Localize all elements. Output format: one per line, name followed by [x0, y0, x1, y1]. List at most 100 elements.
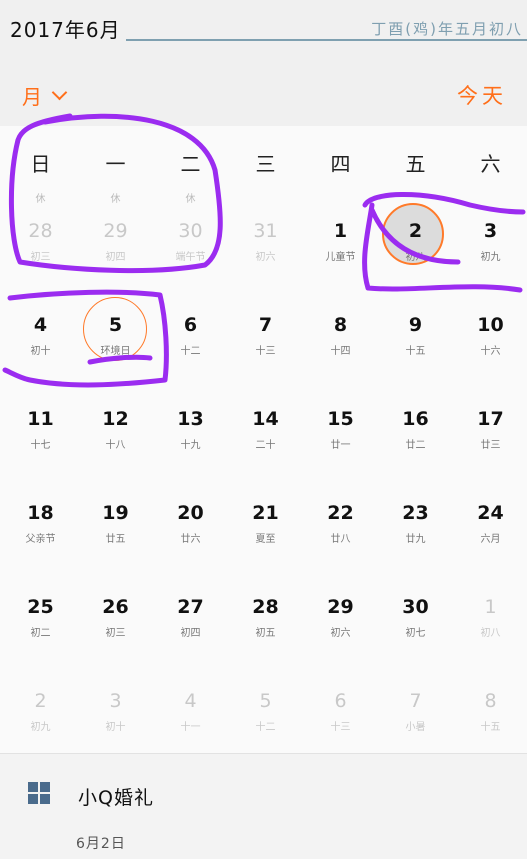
day-cell[interactable]: 31 初六	[228, 206, 303, 300]
lunar-day-label: 廿六	[180, 534, 201, 545]
lunar-day-label: 初四	[180, 628, 201, 639]
day-cell[interactable]: 12 十八	[78, 394, 153, 488]
day-cell[interactable]: 22 廿八	[303, 488, 378, 582]
weekday-label: 一	[105, 152, 126, 176]
lunar-day-label: 端午节	[175, 252, 206, 263]
day-cell[interactable]: 24 六月	[453, 488, 527, 582]
view-mode-label: 月	[22, 84, 42, 109]
day-cell[interactable]: 28 初三	[3, 206, 78, 300]
day-cell[interactable]: 18 父亲节	[3, 488, 78, 582]
lunar-day-label: 环境日	[100, 346, 131, 357]
day-number: 29	[327, 596, 354, 618]
chevron-down-icon	[51, 84, 68, 100]
lunar-day-label: 初七	[405, 628, 426, 639]
day-cell[interactable]: 20 廿六	[153, 488, 228, 582]
day-cell[interactable]: 10 十六	[453, 300, 527, 394]
weekday-header: 日休 一休 二休 三 四 五 六	[0, 126, 527, 206]
lunar-day-label: 十三	[330, 722, 351, 733]
day-number: 6	[334, 690, 347, 712]
day-number: 10	[477, 314, 504, 336]
day-cell[interactable]: 16 廿二	[378, 394, 453, 488]
day-cell[interactable]: 30 初七	[378, 582, 453, 676]
lunar-day-label: 廿三	[480, 440, 501, 451]
day-cell[interactable]: 15 廿一	[303, 394, 378, 488]
lunar-day-label: 十九	[180, 440, 201, 451]
day-number: 1	[333, 220, 348, 242]
day-number: 19	[102, 502, 129, 524]
day-number: 16	[402, 408, 429, 430]
day-number: 17	[477, 408, 504, 430]
day-number: 5	[108, 314, 123, 336]
lunar-day-label: 初八	[405, 252, 426, 263]
day-cell[interactable]: 19 廿五	[78, 488, 153, 582]
day-number: 6	[183, 314, 198, 336]
day-number: 2	[34, 690, 47, 712]
day-cell[interactable]: 26 初三	[78, 582, 153, 676]
day-number: 18	[27, 502, 54, 524]
day-number: 31	[253, 220, 278, 242]
day-cell[interactable]: 9 十五	[378, 300, 453, 394]
day-cell[interactable]: 11 十七	[3, 394, 78, 488]
day-cell[interactable]: 5 环境日	[78, 297, 153, 394]
day-number: 25	[27, 596, 54, 618]
day-cell[interactable]: 29 初六	[303, 582, 378, 676]
day-cell[interactable]: 27 初四	[153, 582, 228, 676]
day-cell[interactable]: 3 初九	[453, 206, 527, 300]
lunar-day-label: 廿八	[330, 534, 351, 545]
lunar-day-label: 初八	[480, 628, 501, 639]
day-number: 24	[477, 502, 504, 524]
day-number: 27	[177, 596, 204, 618]
day-number: 30	[402, 596, 429, 618]
view-mode-dropdown[interactable]: 月	[22, 80, 68, 110]
day-number: 3	[483, 220, 498, 242]
day-number: 7	[258, 314, 273, 336]
lunar-day-label: 十三	[255, 346, 276, 357]
day-cell[interactable]: 25 初二	[3, 582, 78, 676]
lunar-day-label: 十六	[480, 346, 501, 357]
day-number: 23	[402, 502, 429, 524]
day-cell[interactable]: 13 十九	[153, 394, 228, 488]
day-cell[interactable]: 2 初八	[378, 203, 453, 300]
day-number: 26	[102, 596, 129, 618]
lunar-day-label: 初九	[30, 722, 51, 733]
lunar-day-label: 小暑	[405, 722, 426, 733]
day-number: 12	[102, 408, 129, 430]
lunar-day-label: 初十	[105, 722, 126, 733]
day-cell[interactable]: 30 端午节	[153, 206, 228, 300]
lunar-date-title: 丁酉(鸡)年五月初八	[371, 20, 523, 38]
today-button[interactable]: 今天	[457, 80, 507, 110]
day-cell[interactable]: 4 初十	[3, 300, 78, 394]
lunar-day-label: 十七	[30, 440, 51, 451]
lunar-day-label: 廿九	[405, 534, 426, 545]
day-number: 22	[327, 502, 354, 524]
lunar-day-label: 初六	[255, 252, 276, 263]
day-cell[interactable]: 14 二十	[228, 394, 303, 488]
day-number: 28	[28, 220, 53, 242]
weekday-label: 四	[330, 152, 351, 176]
day-number: 21	[252, 502, 279, 524]
lunar-day-label: 十一	[180, 722, 201, 733]
day-number: 11	[27, 408, 54, 430]
day-cell[interactable]: 1 初八	[453, 582, 527, 676]
day-cell[interactable]: 8 十四	[303, 300, 378, 394]
day-number: 28	[252, 596, 279, 618]
day-cell[interactable]: 28 初五	[228, 582, 303, 676]
lunar-day-label: 初四	[105, 252, 126, 263]
day-cell[interactable]: 6 十二	[153, 300, 228, 394]
day-number: 1	[484, 596, 497, 618]
day-cell[interactable]: 21 夏至	[228, 488, 303, 582]
day-cell[interactable]: 29 初四	[78, 206, 153, 300]
weekday-sub-label: 休	[35, 194, 46, 205]
event-title[interactable]: 小Q婚礼	[78, 783, 154, 810]
day-cell[interactable]: 1 儿童节	[303, 206, 378, 300]
lunar-day-label: 初五	[255, 628, 276, 639]
lunar-day-label: 十五	[405, 346, 426, 357]
day-number: 4	[33, 314, 48, 336]
lunar-day-label: 初九	[480, 252, 501, 263]
day-cell[interactable]: 17 廿三	[453, 394, 527, 488]
lunar-day-label: 十八	[105, 440, 126, 451]
day-cell[interactable]: 7 十三	[228, 300, 303, 394]
month-title[interactable]: 2017年6月	[10, 14, 121, 43]
day-cell[interactable]: 23 廿九	[378, 488, 453, 582]
weekday-label: 日	[30, 152, 51, 176]
